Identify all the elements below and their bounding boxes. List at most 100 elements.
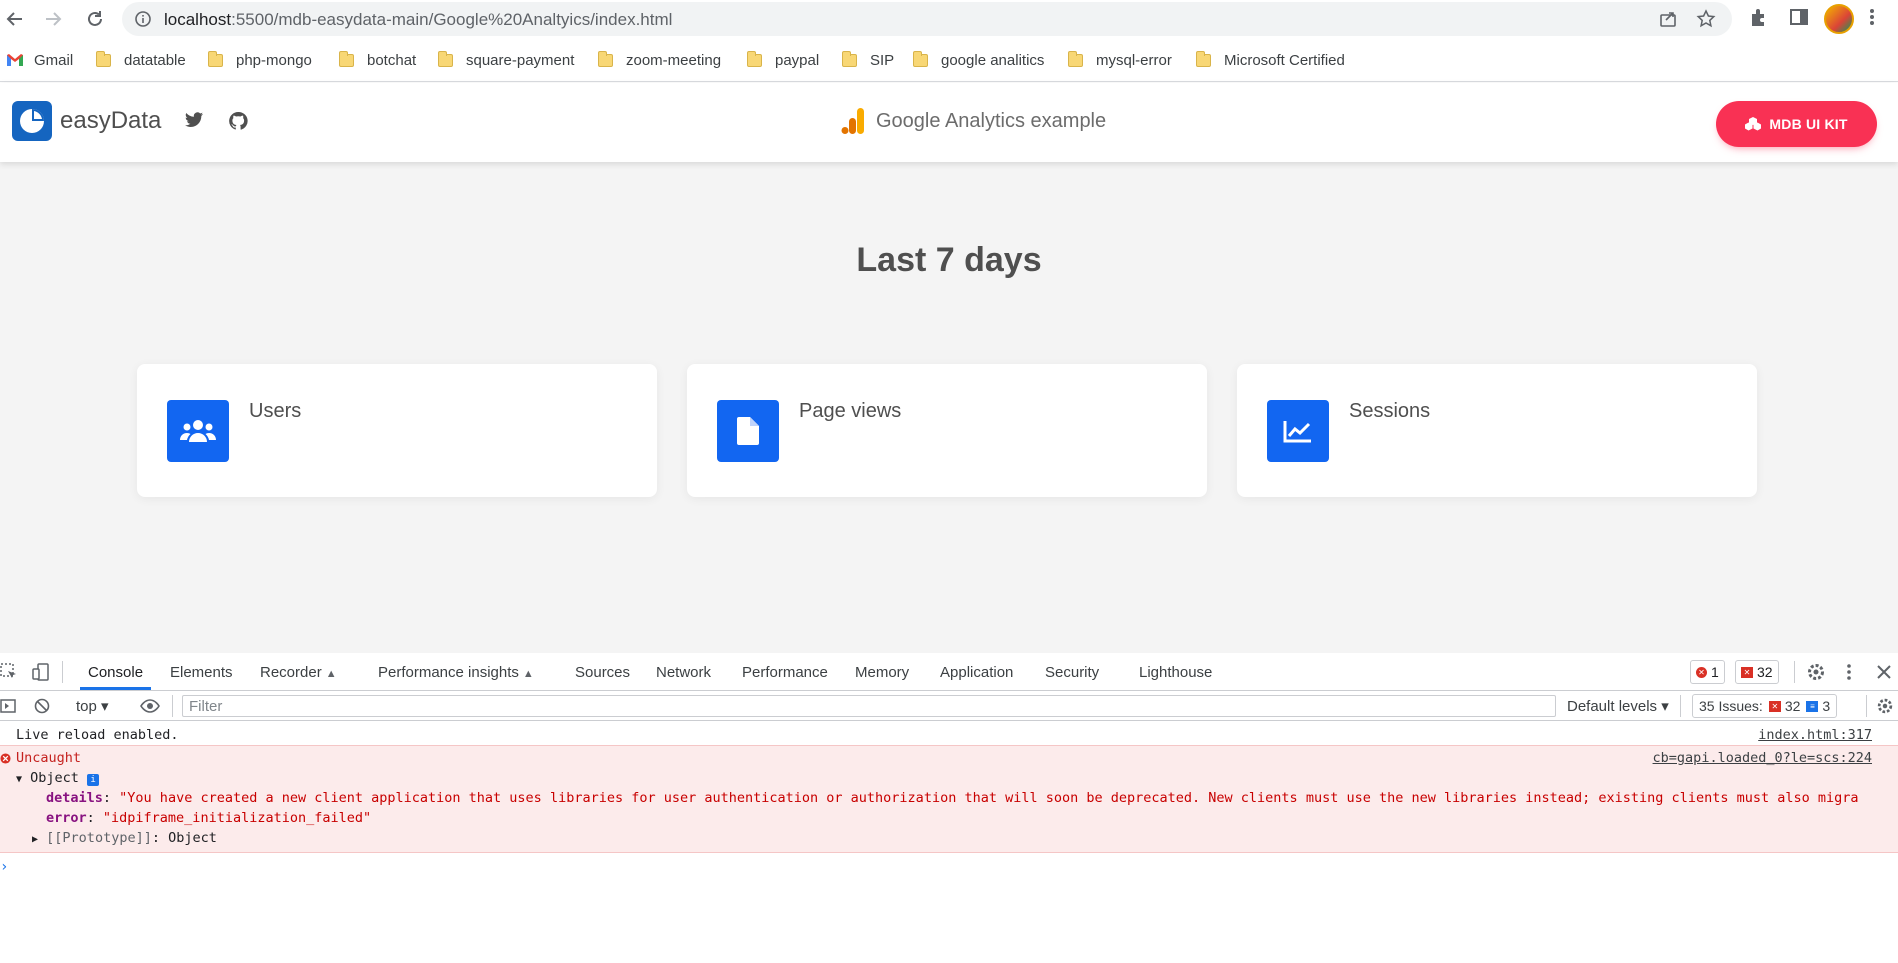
tab-elements[interactable]: Elements	[170, 664, 233, 681]
divider	[172, 695, 173, 717]
console-error-entry: Uncaught cb=gapi.loaded_0?le=scs:224 ▼ O…	[0, 745, 1898, 853]
address-bar[interactable]: localhost:5500/mdb-easydata-main/Google%…	[122, 2, 1732, 36]
flask-icon: ▲	[325, 668, 337, 680]
folder-icon	[96, 50, 111, 67]
share-icon[interactable]	[1658, 9, 1678, 34]
issues-counter[interactable]: 35 Issues: ✕ 32 ≡ 3	[1692, 694, 1838, 718]
reload-icon	[88, 11, 102, 26]
tab-performance[interactable]: Performance	[742, 664, 828, 681]
divider	[1866, 695, 1867, 717]
live-expression-eye-icon[interactable]	[140, 698, 160, 719]
twitter-icon[interactable]	[184, 111, 204, 134]
tab-network[interactable]: Network	[656, 664, 711, 681]
mdb-ui-kit-button[interactable]: MDB UI KIT	[1716, 101, 1877, 147]
bookmark-label: php-mongo	[236, 51, 312, 69]
tab-recorder[interactable]: Recorder ▲	[260, 664, 337, 681]
side-panel-icon[interactable]	[1788, 6, 1810, 33]
error-source-link[interactable]: cb=gapi.loaded_0?le=scs:224	[1653, 750, 1872, 766]
bookmark-folder-zoom-meeting[interactable]: zoom-meeting	[598, 50, 721, 70]
star-icon[interactable]	[1696, 9, 1716, 34]
tab-lighthouse[interactable]: Lighthouse	[1139, 664, 1212, 681]
warning-count-badge[interactable]: ✕ 32	[1735, 660, 1779, 684]
bookmark-label: SIP	[870, 51, 895, 69]
google-analytics-icon	[841, 108, 864, 134]
object-tree-toggle[interactable]: ▼ Object i	[16, 770, 100, 786]
bookmark-folder-paypal[interactable]: paypal	[747, 50, 819, 70]
tab-application[interactable]: Application	[940, 664, 1013, 681]
tab-label: Performance insights	[378, 664, 519, 681]
divider	[1680, 695, 1681, 717]
reload-button[interactable]	[82, 6, 108, 32]
chart-line-icon	[1267, 400, 1329, 462]
property-value: "You have created a new client applicati…	[119, 790, 1859, 806]
divider	[1794, 661, 1795, 683]
error-count-badge[interactable]: ✕ 1	[1690, 660, 1725, 684]
issue-info-icon: ≡	[1806, 700, 1819, 712]
page-title: Google Analytics example	[840, 105, 1106, 137]
bookmark-label: botchat	[367, 51, 417, 69]
site-navbar: easyData Google Analytics example MDB UI…	[0, 83, 1898, 162]
settings-gear-icon[interactable]	[1806, 662, 1826, 687]
property-key: [[Prototype]]	[46, 830, 152, 846]
console-settings-gear-icon[interactable]	[1876, 697, 1894, 720]
bookmark-label: Gmail	[34, 51, 74, 69]
bookmark-label: datatable	[124, 51, 186, 69]
close-devtools-icon[interactable]	[1876, 664, 1892, 685]
folder-icon	[747, 50, 762, 67]
bookmark-folder-datatable[interactable]: datatable	[96, 50, 186, 70]
error-icon: ✕	[1696, 666, 1707, 678]
bookmark-folder-botchat[interactable]: botchat	[339, 50, 416, 70]
bookmark-folder-microsoft-certified[interactable]: Microsoft Certified	[1196, 50, 1345, 70]
tab-security[interactable]: Security	[1045, 664, 1099, 681]
folder-icon	[208, 50, 223, 67]
console-toolbar: top ▾ Filter Default levels ▾ 35 Issues:…	[0, 691, 1898, 721]
log-levels-dropdown[interactable]: Default levels ▾	[1567, 697, 1669, 715]
log-source-link[interactable]: index.html:317	[1758, 727, 1872, 743]
sidebar-toggle-icon[interactable]	[0, 698, 16, 719]
issue-error-icon: ✕	[1741, 666, 1753, 678]
property-key: error	[46, 810, 87, 826]
back-button[interactable]	[2, 6, 28, 32]
extensions-icon[interactable]	[1748, 6, 1770, 33]
property-key: details	[46, 790, 103, 806]
inspect-element-icon[interactable]	[0, 663, 18, 686]
forward-button[interactable]	[40, 6, 66, 32]
bookmark-folder-square-payment[interactable]: square-payment	[438, 50, 574, 70]
context-selector[interactable]: top ▾	[76, 697, 109, 715]
site-info-icon[interactable]	[134, 10, 152, 33]
brand-name[interactable]: easyData	[60, 107, 161, 135]
bookmark-folder-google-analitics[interactable]: google analitics	[913, 50, 1044, 70]
triangle-right-icon: ▶	[32, 834, 39, 845]
bookmark-folder-php-mongo[interactable]: php-mongo	[208, 50, 312, 70]
github-icon[interactable]	[228, 111, 248, 136]
tab-performance-insights[interactable]: Performance insights ▲	[378, 664, 534, 681]
kebab-menu-icon[interactable]	[1868, 6, 1876, 33]
easydata-logo-icon[interactable]	[12, 101, 52, 141]
console-prompt-icon[interactable]: ›	[0, 859, 8, 875]
bookmark-folder-mysql-error[interactable]: mysql-error	[1068, 50, 1172, 70]
chevron-down-icon: ▾	[101, 698, 109, 715]
bookmark-folder-sip[interactable]: SIP	[842, 50, 894, 70]
console-filter-input[interactable]: Filter	[182, 695, 1556, 717]
bookmark-label: Microsoft Certified	[1224, 51, 1345, 69]
folder-icon	[913, 50, 928, 67]
profile-avatar[interactable]	[1824, 4, 1854, 34]
cubes-icon	[1745, 117, 1762, 131]
bookmark-label: google analitics	[941, 51, 1045, 69]
bookmarks-bar: Gmail datatable php-mongo botchat square…	[0, 38, 1898, 82]
tab-sources[interactable]: Sources	[575, 664, 630, 681]
bookmark-label: mysql-error	[1096, 51, 1172, 69]
device-toolbar-icon[interactable]	[32, 663, 50, 686]
clear-console-icon[interactable]	[34, 698, 50, 719]
filter-placeholder: Filter	[189, 698, 223, 715]
issues-info-count: 3	[1822, 698, 1831, 714]
details-property: details: "You have created a new client …	[46, 790, 1859, 806]
prototype-property[interactable]: ▶ [[Prototype]]: Object	[32, 830, 217, 846]
tab-memory[interactable]: Memory	[855, 664, 909, 681]
issue-error-icon: ✕	[1768, 700, 1781, 712]
devtools-menu-icon[interactable]	[1846, 662, 1852, 687]
folder-icon	[438, 50, 453, 67]
stat-card-sessions: Sessions	[1237, 364, 1757, 497]
bookmark-gmail[interactable]: Gmail	[6, 50, 73, 70]
tab-console[interactable]: Console	[79, 664, 152, 690]
